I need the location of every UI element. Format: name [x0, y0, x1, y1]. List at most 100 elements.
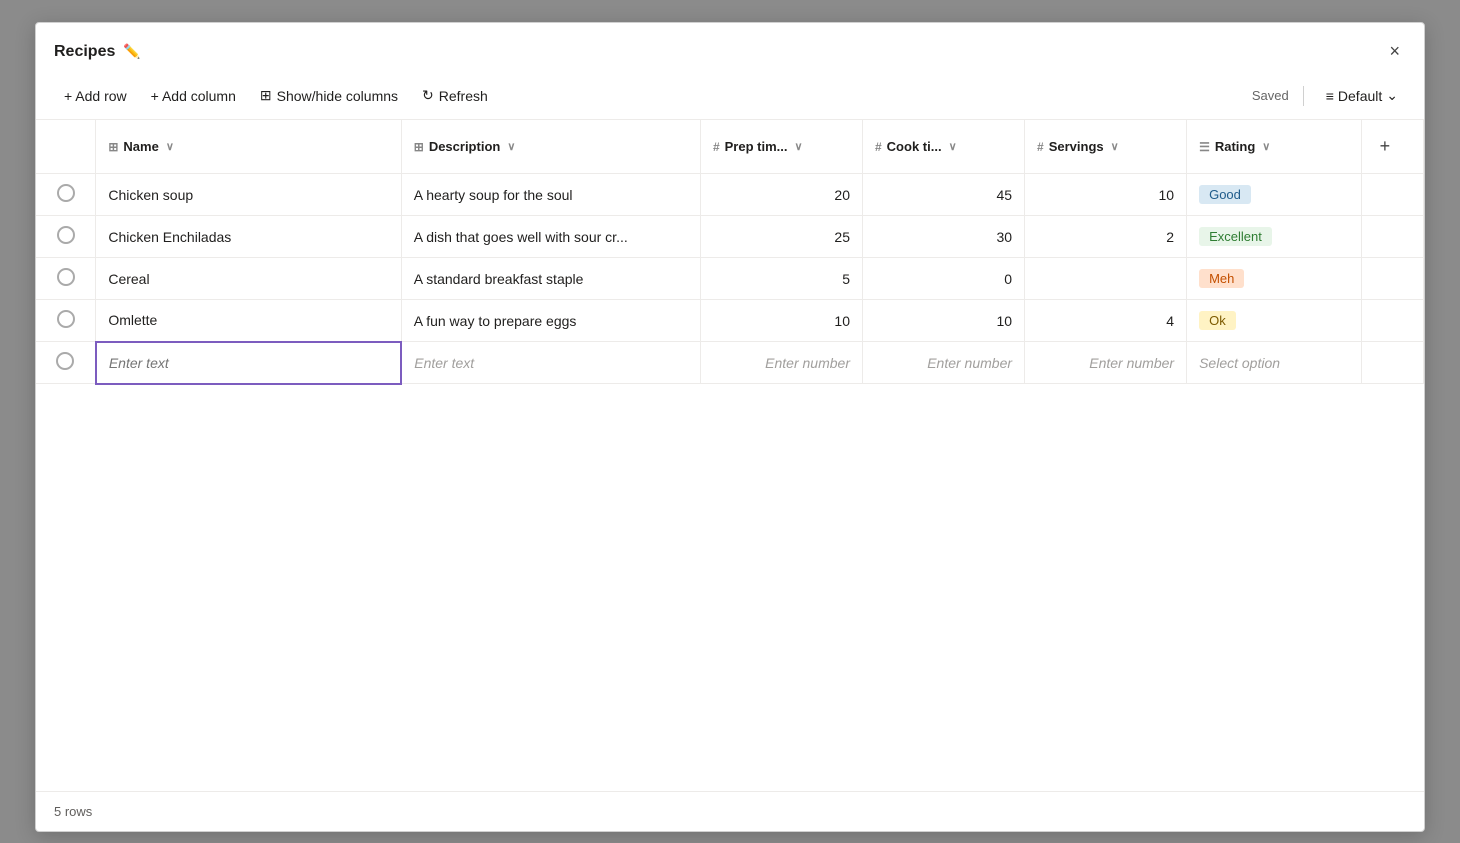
row-description-cell[interactable]: A hearty soup for the soul: [401, 174, 700, 216]
col-header-servings[interactable]: # Servings ∨: [1025, 120, 1187, 174]
row-rating-cell[interactable]: Meh: [1187, 258, 1362, 300]
row-checkbox[interactable]: [57, 184, 75, 202]
rating-badge: Excellent: [1199, 227, 1272, 246]
saved-status: Saved: [1252, 88, 1289, 103]
close-button[interactable]: ×: [1383, 37, 1406, 66]
new-row-prep-cell[interactable]: Enter number: [700, 342, 862, 384]
add-column-header[interactable]: +: [1361, 120, 1423, 174]
row-checkbox-cell: [36, 216, 96, 258]
row-extra-cell: [1361, 174, 1423, 216]
col-header-prep[interactable]: # Prep tim... ∨: [700, 120, 862, 174]
cook-sort-icon: ∨: [949, 140, 957, 153]
col-header-description[interactable]: ⊞ Description ∨: [401, 120, 700, 174]
name-sort-icon: ∨: [166, 140, 174, 153]
row-checkbox[interactable]: [57, 268, 75, 286]
row-servings-cell[interactable]: 4: [1025, 300, 1187, 342]
new-row-servings-cell[interactable]: Enter number: [1025, 342, 1187, 384]
row-servings-cell[interactable]: 2: [1025, 216, 1187, 258]
prep-sort-icon: ∨: [794, 140, 802, 153]
rating-badge: Good: [1199, 185, 1251, 204]
checkbox-header: [36, 120, 96, 174]
row-rating-cell[interactable]: Excellent: [1187, 216, 1362, 258]
rating-col-icon: ☰: [1199, 140, 1210, 154]
row-servings-cell[interactable]: [1025, 258, 1187, 300]
col-rating-label: Rating: [1215, 139, 1255, 154]
row-cook-cell[interactable]: 0: [862, 258, 1024, 300]
row-description-cell[interactable]: A fun way to prepare eggs: [401, 300, 700, 342]
row-rating-cell[interactable]: Ok: [1187, 300, 1362, 342]
row-description-cell[interactable]: A standard breakfast staple: [401, 258, 700, 300]
new-row-checkbox-cell: [36, 342, 96, 384]
row-count: 5 rows: [54, 804, 92, 819]
new-row-rating-cell[interactable]: Select option: [1187, 342, 1362, 384]
edit-icon[interactable]: ✏️: [123, 43, 140, 60]
row-name-cell[interactable]: Cereal: [96, 258, 401, 300]
add-column-plus-button[interactable]: +: [1374, 130, 1397, 163]
name-col-icon: ⊞: [108, 140, 118, 154]
row-checkbox[interactable]: [57, 310, 75, 328]
refresh-button[interactable]: ↻ Refresh: [412, 82, 498, 109]
col-servings-label: Servings: [1049, 139, 1104, 154]
new-row-description-cell[interactable]: Enter text: [401, 342, 700, 384]
cook-col-icon: #: [875, 140, 882, 154]
row-prep-cell[interactable]: 5: [700, 258, 862, 300]
toolbar-right: Saved ≡ Default ⌄: [1252, 83, 1406, 108]
add-row-button[interactable]: + Add row: [54, 83, 137, 109]
row-description-cell[interactable]: A dish that goes well with sour cr...: [401, 216, 700, 258]
refresh-label: Refresh: [439, 88, 488, 104]
servings-sort-icon: ∨: [1111, 140, 1119, 153]
table-container: ⊞ Name ∨ ⊞ Description ∨: [36, 120, 1424, 791]
desc-col-icon: ⊞: [414, 140, 424, 154]
row-name-cell[interactable]: Omlette: [96, 300, 401, 342]
show-hide-icon: ⊞: [260, 87, 272, 104]
chevron-down-icon: ⌄: [1386, 87, 1398, 104]
recipes-table: ⊞ Name ∨ ⊞ Description ∨: [36, 120, 1424, 385]
row-prep-cell[interactable]: 25: [700, 216, 862, 258]
table-body: Chicken soupA hearty soup for the soul20…: [36, 174, 1424, 384]
refresh-icon: ↻: [422, 87, 434, 104]
view-selector-button[interactable]: ≡ Default ⌄: [1318, 83, 1406, 108]
row-servings-cell[interactable]: 10: [1025, 174, 1187, 216]
table-row: Chicken soupA hearty soup for the soul20…: [36, 174, 1424, 216]
recipes-modal: Recipes ✏️ × + Add row + Add column ⊞ Sh…: [35, 22, 1425, 832]
col-header-name[interactable]: ⊞ Name ∨: [96, 120, 401, 174]
row-prep-cell[interactable]: 10: [700, 300, 862, 342]
new-row-extra-cell: [1361, 342, 1423, 384]
table-row: CerealA standard breakfast staple50 Meh: [36, 258, 1424, 300]
modal-header: Recipes ✏️ ×: [36, 23, 1424, 76]
row-cook-cell[interactable]: 30: [862, 216, 1024, 258]
row-checkbox-cell: [36, 174, 96, 216]
show-hide-columns-button[interactable]: ⊞ Show/hide columns: [250, 82, 408, 109]
table-row: OmletteA fun way to prepare eggs10104Ok: [36, 300, 1424, 342]
rating-badge: Meh: [1199, 269, 1244, 288]
row-prep-cell[interactable]: 20: [700, 174, 862, 216]
col-prep-label: Prep tim...: [725, 139, 788, 154]
modal-title: Recipes: [54, 43, 115, 61]
col-header-rating[interactable]: ☰ Rating ∨: [1187, 120, 1362, 174]
row-checkbox-cell: [36, 258, 96, 300]
new-row-name-input[interactable]: [109, 355, 388, 371]
show-hide-label: Show/hide columns: [277, 88, 398, 104]
toolbar: + Add row + Add column ⊞ Show/hide colum…: [36, 76, 1424, 120]
modal-title-area: Recipes ✏️: [54, 43, 141, 61]
view-lines-icon: ≡: [1326, 88, 1334, 104]
row-cook-cell[interactable]: 10: [862, 300, 1024, 342]
col-header-cook[interactable]: # Cook ti... ∨: [862, 120, 1024, 174]
new-row-name-cell[interactable]: [96, 342, 401, 384]
rating-badge: Ok: [1199, 311, 1236, 330]
servings-col-icon: #: [1037, 140, 1044, 154]
desc-sort-icon: ∨: [507, 140, 515, 153]
row-rating-cell[interactable]: Good: [1187, 174, 1362, 216]
row-name-cell[interactable]: Chicken Enchiladas: [96, 216, 401, 258]
row-extra-cell: [1361, 258, 1423, 300]
row-cook-cell[interactable]: 45: [862, 174, 1024, 216]
col-description-label: Description: [429, 139, 501, 154]
add-column-button[interactable]: + Add column: [141, 83, 246, 109]
new-row-cook-cell[interactable]: Enter number: [862, 342, 1024, 384]
row-checkbox[interactable]: [57, 226, 75, 244]
view-selector-label: Default: [1338, 88, 1382, 104]
row-checkbox-cell: [36, 300, 96, 342]
new-row-checkbox[interactable]: [56, 352, 74, 370]
row-name-cell[interactable]: Chicken soup: [96, 174, 401, 216]
prep-col-icon: #: [713, 140, 720, 154]
